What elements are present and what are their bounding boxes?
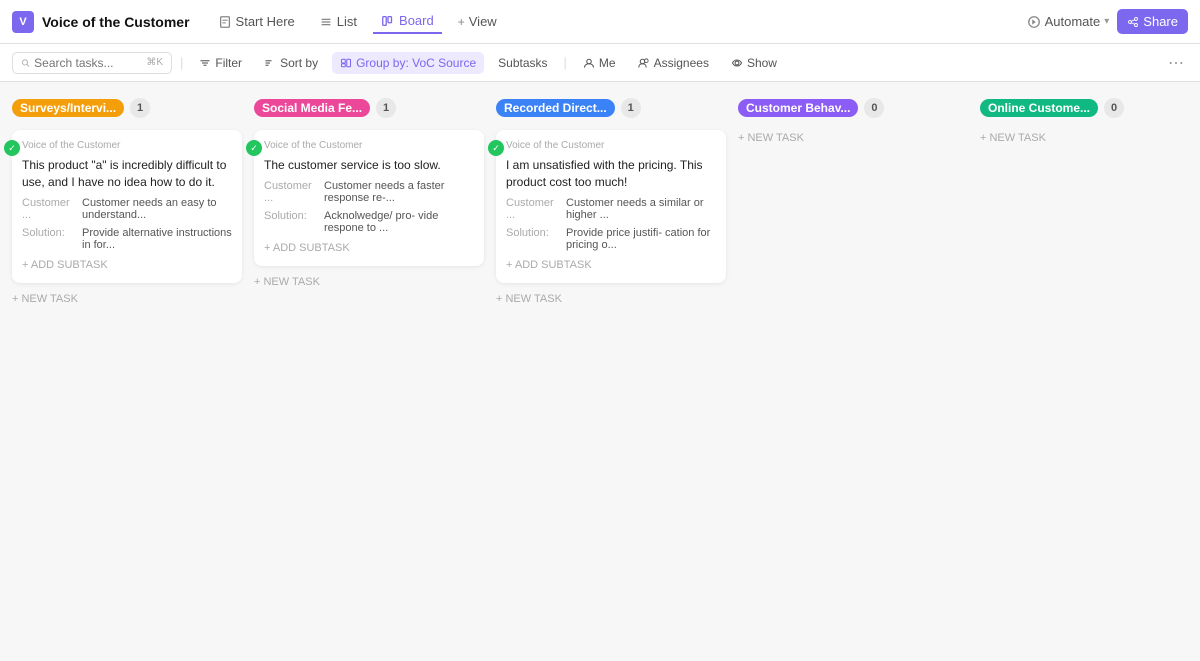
sort-by-button[interactable]: Sort by [256,52,326,74]
column-recorded: Recorded Direct... 1 ✓Voice of the Custome… [496,94,726,307]
new-task-button[interactable]: + NEW TASK [496,291,726,307]
board-icon [381,14,395,28]
col-header-customer-beh: Customer Behav... 0 [738,94,968,122]
me-icon [583,57,595,69]
assignees-button[interactable]: Assignees [630,52,717,74]
card[interactable]: ✓Voice of the CustomerThe customer servi… [254,130,484,266]
search-icon [21,57,30,69]
col-count-recorded: 1 [621,98,641,118]
search-box[interactable]: ⌘K [12,52,172,74]
column-social: Social Media Fe... 1 ✓Voice of the Custome… [254,94,484,290]
group-icon [340,57,352,69]
card-meta: Voice of the Customer [22,140,232,151]
card[interactable]: ✓Voice of the CustomerI am unsatisfied w… [496,130,726,283]
show-icon [731,57,743,69]
column-customer-beh: Customer Behav... 0 + NEW TASK [738,94,968,146]
new-task-button[interactable]: + NEW TASK [254,274,484,290]
card-row-label: Customer ... [264,180,316,204]
share-icon [1127,16,1139,28]
me-button[interactable]: Me [575,52,624,74]
filter-icon [199,57,211,69]
col-header-online: Online Custome... 0 [980,94,1200,122]
filter-button[interactable]: Filter [191,52,250,74]
col-count-surveys: 1 [130,98,150,118]
card-title: I am unsatisfied with the pricing. This … [506,157,716,191]
app-title: Voice of the Customer [42,14,190,30]
col-count-customer-beh: 0 [864,98,884,118]
card-row-label: Customer ... [506,197,558,221]
col-badge-social: Social Media Fe... [254,99,370,117]
toolbar-sep1: | [180,55,183,70]
start-here-nav[interactable]: Start Here [210,10,303,33]
card[interactable]: ✓Voice of the CustomerThis product "a" i… [12,130,242,283]
new-task-button[interactable]: + NEW TASK [12,291,242,307]
col-badge-customer-beh: Customer Behav... [738,99,858,117]
search-input[interactable] [34,56,142,70]
list-nav[interactable]: List [311,10,365,33]
doc-icon [218,15,232,29]
new-task-button[interactable]: + NEW TASK [738,130,968,146]
card-check: ✓ [4,140,20,156]
card-row: Customer ... Customer needs an easy to un… [22,197,232,221]
sort-icon [264,57,276,69]
card-row-label: Solution: [22,227,74,251]
card-row-value: Customer needs an easy to understand... [82,197,232,221]
card-row: Customer ... Customer needs a similar or … [506,197,716,221]
more-options-button[interactable]: ⋯ [1164,53,1188,73]
card-row: Solution: Acknolwedge/ pro- vide respone … [264,210,474,234]
card-row-value: Customer needs a similar or higher ... [566,197,716,221]
toolbar-sep2: | [564,55,567,70]
card-row: Customer ... Customer needs a faster resp… [264,180,474,204]
share-button[interactable]: Share [1117,9,1188,34]
toolbar: ⌘K | Filter Sort by Group by: VoC Source… [0,44,1200,82]
top-nav: V Voice of the Customer Start Here List … [0,0,1200,44]
app-icon: V [12,11,34,33]
card-row-value: Acknolwedge/ pro- vide respone to ... [324,210,474,234]
card-check: ✓ [488,140,504,156]
card-row-value: Provide alternative instructions in for.… [82,227,232,251]
card-meta: Voice of the Customer [264,140,474,151]
col-header-recorded: Recorded Direct... 1 [496,94,726,122]
col-header-surveys: Surveys/Intervi... 1 [12,94,242,122]
new-task-button[interactable]: + NEW TASK [980,130,1200,146]
card-row-label: Solution: [506,227,558,251]
card-row-label: Customer ... [22,197,74,221]
col-badge-recorded: Recorded Direct... [496,99,615,117]
card-title: This product "a" is incredibly difficult… [22,157,232,191]
board-nav[interactable]: Board [373,9,442,34]
show-button[interactable]: Show [723,52,785,74]
board: Surveys/Intervi...1✓Voice of the Custome… [0,82,1200,661]
card-row-label: Solution: [264,210,316,234]
col-count-online: 0 [1104,98,1124,118]
column-surveys: Surveys/Intervi... 1 ✓Voice of the Custome… [12,94,242,307]
assignees-icon [638,57,650,69]
card-row-value: Provide price justifi- cation for pricin… [566,227,716,251]
col-header-social: Social Media Fe... 1 [254,94,484,122]
automate-button[interactable]: Automate ▾ [1027,14,1110,29]
card-row-value: Customer needs a faster response re-... [324,180,474,204]
view-nav[interactable]: + View [450,10,505,33]
card-title: The customer service is too slow. [264,157,474,174]
group-by-button[interactable]: Group by: VoC Source [332,52,484,74]
card-row: Solution: Provide price justifi- cation f… [506,227,716,251]
add-subtask-button[interactable]: + ADD SUBTASK [506,257,716,273]
automate-chevron: ▾ [1104,16,1109,27]
col-badge-surveys: Surveys/Intervi... [12,99,124,117]
add-subtask-button[interactable]: + ADD SUBTASK [22,257,232,273]
card-meta: Voice of the Customer [506,140,716,151]
add-subtask-button[interactable]: + ADD SUBTASK [264,240,474,256]
col-badge-online: Online Custome... [980,99,1098,117]
card-row: Solution: Provide alternative instruction… [22,227,232,251]
column-online: Online Custome... 0 + NEW TASK [980,94,1200,146]
list-icon [319,15,333,29]
search-shortcut: ⌘K [146,57,163,68]
card-check: ✓ [246,140,262,156]
col-count-social: 1 [376,98,396,118]
subtasks-button[interactable]: Subtasks [490,52,555,74]
automate-icon [1027,15,1041,29]
